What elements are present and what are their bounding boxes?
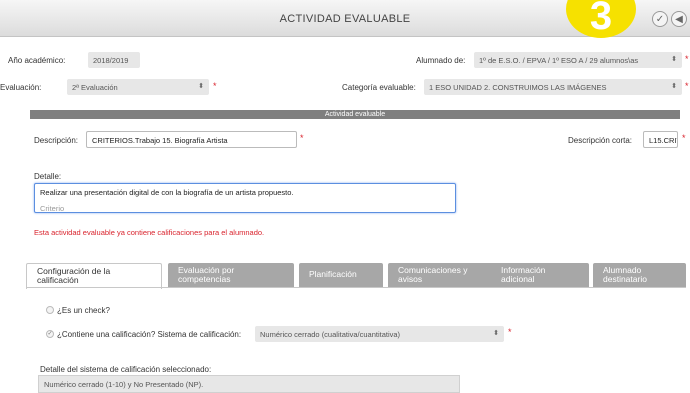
sistema-calificacion-value: Numérico cerrado (cualitativa/cuantitati… — [260, 330, 401, 339]
required-mark: * — [685, 54, 689, 64]
detalle-label: Detalle: — [34, 172, 62, 181]
check-label: ¿Es un check? — [57, 306, 110, 315]
tab-label: adicional — [501, 274, 535, 284]
evaluacion-select[interactable]: 2ª Evaluación — [67, 79, 209, 95]
categoria-label: Categoría evaluable: — [342, 83, 416, 92]
required-mark: * — [508, 327, 512, 337]
descripcion-corta-input[interactable]: L15.CRIT — [643, 131, 678, 148]
tab-alumnado-destinatario[interactable]: Alumnado destinatario — [593, 263, 686, 287]
alumnado-select[interactable]: 1º de E.S.O. / EPVA / 1º ESO A / 29 alum… — [474, 52, 682, 68]
tab-label: calificación — [37, 275, 79, 285]
tab-evaluacion-competencias[interactable]: Evaluación por competencias — [168, 263, 294, 287]
descripcion-label: Descripción: — [34, 136, 79, 145]
step-badge: 3 — [566, 0, 636, 38]
check-checkbox[interactable] — [46, 306, 54, 314]
step-badge-number: 3 — [589, 0, 613, 38]
alumnado-select-value: 1º de E.S.O. / EPVA / 1º ESO A / 29 alum… — [479, 56, 639, 65]
title-bar: ACTIVIDAD EVALUABLE 3 ✓ ◀ — [0, 0, 690, 38]
panel-header: Actividad evaluable — [30, 110, 680, 119]
categoria-select[interactable]: 1 ESO UNIDAD 2. CONSTRUIMOS LAS IMÁGENES — [424, 79, 682, 95]
tab-label: Planificación — [309, 269, 357, 279]
warning-message: Esta actividad evaluable ya contiene cal… — [34, 228, 265, 237]
tab-planificacion[interactable]: Planificación — [299, 263, 383, 287]
tab-informacion-adicional[interactable]: Información adicional — [491, 263, 589, 287]
sistema-calificacion-select[interactable]: Numérico cerrado (cualitativa/cuantitati… — [255, 326, 504, 342]
categoria-select-value: 1 ESO UNIDAD 2. CONSTRUIMOS LAS IMÁGENES — [429, 83, 607, 92]
arrow-left-icon: ◀ — [675, 13, 683, 25]
required-mark: * — [300, 133, 304, 143]
evaluacion-label: Evaluación: — [0, 83, 42, 92]
check-icon: ✓ — [655, 13, 665, 25]
tab-label: destinatario — [603, 274, 647, 284]
descripcion-input[interactable]: CRITERIOS.Trabajo 15. Biografía Artista — [86, 131, 297, 148]
anio-field: 2018/2019 — [88, 52, 140, 68]
detalle-text-overflow: Criterio — [40, 204, 65, 213]
detalle-sistema-label: Detalle del sistema de calificación sele… — [40, 365, 212, 374]
tab-divider — [26, 287, 686, 288]
descripcion-corta-label: Descripción corta: — [568, 136, 633, 145]
tab-label: competencias — [178, 274, 231, 284]
back-button[interactable]: ◀ — [671, 11, 687, 27]
detalle-textarea[interactable]: Realizar una presentación digital de con… — [34, 183, 456, 213]
calificacion-label: ¿Contiene una calificación? Sistema de c… — [57, 330, 242, 339]
tab-bar: Configuración de la calificación Evaluac… — [26, 263, 686, 289]
required-mark: * — [682, 133, 686, 143]
calificacion-checkbox[interactable]: ✓ — [46, 330, 54, 338]
checkmark-icon: ✓ — [47, 331, 53, 337]
required-mark: * — [213, 81, 217, 91]
detalle-text: Realizar una presentación digital de con… — [40, 188, 294, 197]
tab-configuracion[interactable]: Configuración de la calificación — [26, 263, 162, 289]
anio-label: Año académico: — [8, 56, 66, 65]
detalle-sistema-textarea: Numérico cerrado (1-10) y No Presentado … — [38, 375, 460, 393]
evaluacion-select-value: 2ª Evaluación — [72, 83, 118, 92]
required-mark: * — [685, 81, 689, 91]
alumnado-label: Alumnado de: — [416, 56, 466, 65]
confirm-button[interactable]: ✓ — [652, 11, 668, 27]
